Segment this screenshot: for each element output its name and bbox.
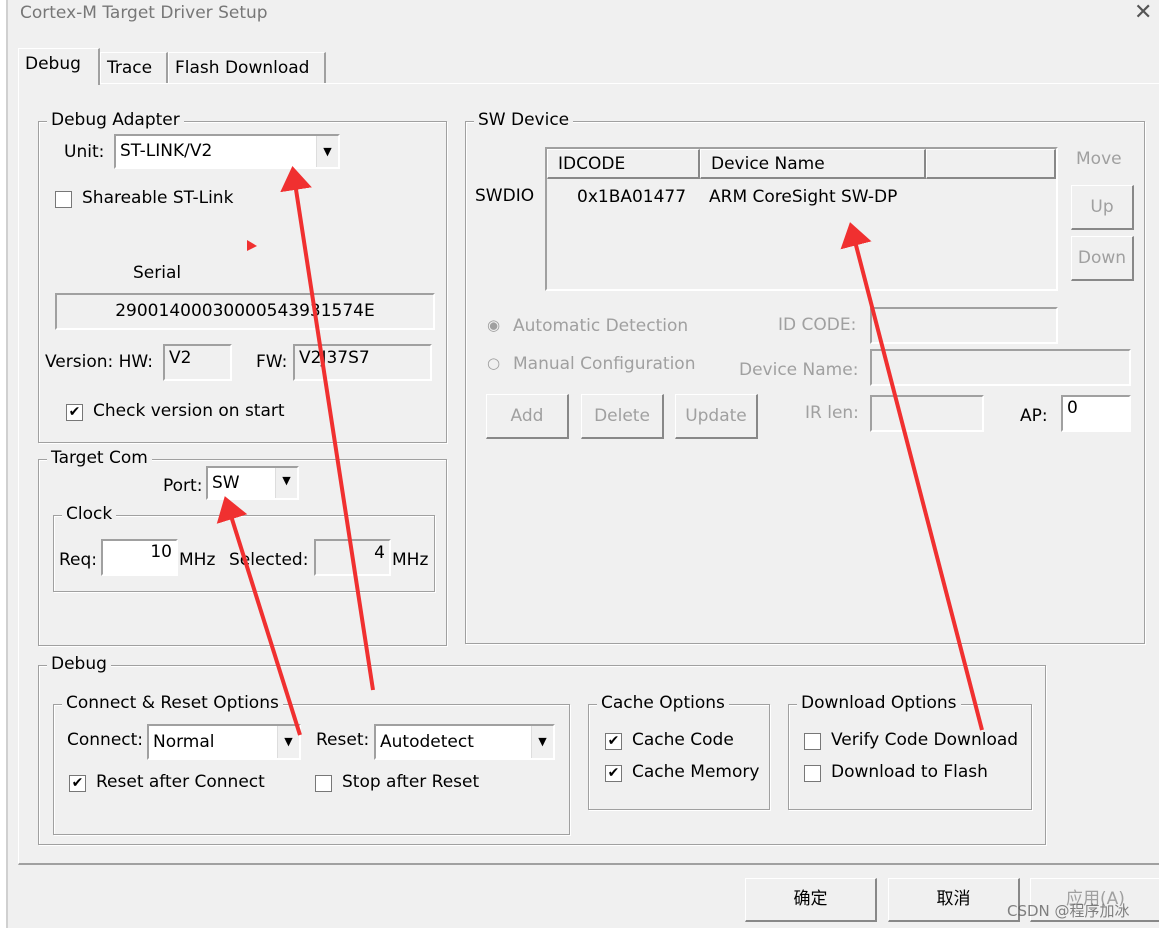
group-label: Clock — [62, 504, 117, 524]
cache-memory-label: Cache Memory — [632, 762, 760, 782]
serial-label: Serial — [133, 263, 182, 283]
tab-trace[interactable]: Trace — [100, 52, 168, 84]
window-title: Cortex-M Target Driver Setup — [20, 3, 268, 23]
debug-adapter-group: Debug Adapter — [38, 110, 447, 443]
group-label: Download Options — [797, 693, 961, 713]
update-button[interactable]: Update — [675, 394, 758, 439]
id-code-label: ID CODE: — [778, 315, 857, 335]
req-input[interactable]: 10 — [101, 539, 178, 576]
port-select[interactable]: SW ▼ — [206, 466, 299, 500]
up-button[interactable]: Up — [1071, 185, 1134, 230]
delete-button[interactable]: Delete — [581, 394, 664, 439]
check-version-checkbox[interactable]: ✔ — [66, 404, 83, 421]
group-label: Cache Options — [597, 693, 729, 713]
unit-value: ST-LINK/V2 — [120, 141, 213, 161]
verify-download-checkbox[interactable] — [804, 733, 821, 750]
fw-label: FW: — [256, 352, 288, 372]
close-icon[interactable]: ✕ — [1134, 0, 1152, 25]
ok-button[interactable]: 确定 — [745, 878, 877, 922]
fw-field: V2J37S7 — [293, 344, 432, 381]
row-device-name[interactable]: ARM CoreSight SW-DP — [709, 187, 897, 207]
stop-after-reset-label: Stop after Reset — [342, 772, 480, 792]
shareable-checkbox[interactable] — [55, 191, 72, 208]
reset-after-connect-label: Reset after Connect — [96, 772, 265, 792]
reset-value: Autodetect — [380, 732, 474, 752]
group-label: Connect & Reset Options — [62, 693, 283, 713]
port-label: Port: — [163, 476, 203, 496]
group-label: Target Com — [47, 448, 152, 468]
chevron-down-icon: ▼ — [275, 468, 297, 498]
download-options-group: Download Options — [788, 693, 1032, 810]
connect-value: Normal — [153, 732, 215, 752]
check-version-label: Check version on start — [93, 401, 285, 421]
irlen-label: IR len: — [805, 403, 859, 423]
download-flash-checkbox[interactable] — [804, 765, 821, 782]
unit-label: Unit: — [64, 142, 105, 162]
shareable-label: Shareable ST-Link — [82, 188, 234, 208]
id-code-field[interactable] — [870, 307, 1058, 344]
swdio-label: SWDIO — [475, 186, 535, 206]
cancel-button[interactable]: 取消 — [888, 878, 1020, 922]
ap-input[interactable]: 0 — [1061, 395, 1131, 432]
irlen-field[interactable] — [870, 395, 984, 432]
verify-download-label: Verify Code Download — [831, 730, 1019, 750]
manual-config-label: Manual Configuration — [513, 354, 696, 374]
selected-field: 4 — [314, 539, 391, 576]
cache-code-label: Cache Code — [632, 730, 734, 750]
ap-label: AP: — [1020, 406, 1048, 426]
selected-label: Selected: — [229, 550, 309, 570]
row-idcode[interactable]: 0x1BA01477 — [577, 187, 686, 207]
connect-label: Connect: — [67, 730, 144, 750]
serial-field: 29001400030000543931574E — [55, 293, 435, 330]
window-edge — [0, 0, 8, 928]
device-name-label: Device Name: — [739, 360, 859, 380]
connect-select[interactable]: Normal ▼ — [147, 724, 301, 760]
chevron-down-icon: ▼ — [531, 726, 553, 758]
mhz-label: MHz — [179, 550, 216, 570]
col-device-name[interactable]: Device Name — [700, 149, 926, 179]
cache-code-checkbox[interactable]: ✔ — [605, 733, 622, 750]
group-label: SW Device — [474, 110, 574, 130]
reset-label: Reset: — [316, 730, 370, 750]
req-label: Req: — [59, 550, 98, 570]
device-name-field[interactable] — [870, 349, 1131, 386]
group-label: Debug — [47, 654, 111, 674]
unit-select[interactable]: ST-LINK/V2 ▼ — [114, 134, 340, 169]
reset-select[interactable]: Autodetect ▼ — [374, 724, 555, 760]
move-label: Move — [1076, 149, 1122, 169]
mhz-label: MHz — [392, 550, 429, 570]
hw-label: Version: HW: — [45, 352, 153, 372]
port-value: SW — [212, 473, 240, 493]
reset-after-connect-checkbox[interactable]: ✔ — [69, 775, 86, 792]
watermark: CSDN @程序加冰 — [1007, 902, 1130, 920]
tab-flash-download[interactable]: Flash Download — [168, 52, 326, 84]
group-label: Debug Adapter — [47, 110, 184, 130]
stop-after-reset-checkbox[interactable] — [315, 775, 332, 792]
down-button[interactable]: Down — [1071, 236, 1134, 281]
device-table[interactable]: IDCODE Device Name 0x1BA01477 ARM CoreSi… — [545, 147, 1058, 291]
chevron-down-icon: ▼ — [277, 726, 299, 758]
col-idcode[interactable]: IDCODE — [547, 149, 700, 179]
hw-field: V2 — [163, 344, 232, 381]
radio-manual-icon[interactable]: ○ — [487, 354, 500, 372]
cache-memory-checkbox[interactable]: ✔ — [605, 765, 622, 782]
col-empty — [926, 149, 1056, 179]
tab-debug[interactable]: Debug — [18, 48, 100, 85]
radio-auto-icon[interactable]: ◉ — [487, 316, 500, 334]
auto-detection-label: Automatic Detection — [513, 316, 689, 336]
download-flash-label: Download to Flash — [831, 762, 988, 782]
add-button[interactable]: Add — [486, 394, 569, 439]
chevron-down-icon: ▼ — [316, 136, 338, 167]
cache-options-group: Cache Options — [588, 693, 770, 810]
